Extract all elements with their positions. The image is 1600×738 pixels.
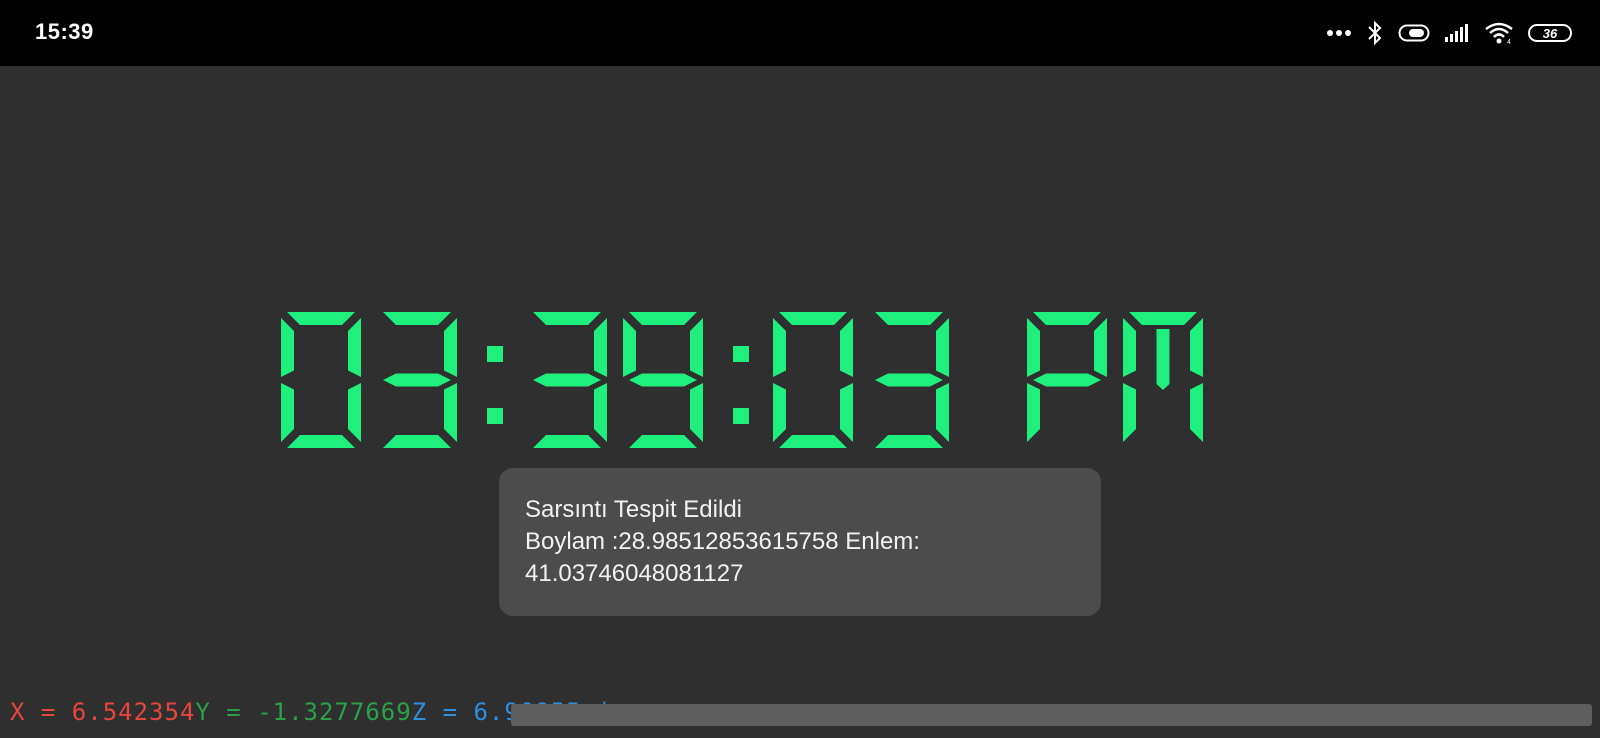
status-time: 15:39 (35, 19, 94, 44)
status-bar: 15:39 4 36 (0, 0, 1600, 66)
clock-segment-c (840, 383, 853, 442)
clock-segment-b (1190, 318, 1203, 377)
clock-segment-f (623, 318, 636, 377)
clock-segment-f (281, 318, 294, 377)
clock-char-9 (623, 312, 703, 448)
shake-detected-toast: Sarsıntı Tespit Edildi Boylam :28.985128… (499, 468, 1101, 616)
clock-segment-c (936, 383, 949, 442)
clock-segment-f (1123, 318, 1136, 377)
more-dots-icon (1326, 29, 1352, 37)
clock-char-3 (533, 312, 607, 448)
clock-segment-b (594, 318, 607, 377)
sensor-y-value: Y = -1.3277669 (195, 698, 412, 726)
clock-segment-g (383, 373, 451, 387)
digital-clock (281, 312, 1203, 448)
clock-segment-a (875, 312, 943, 325)
clock-char-0 (281, 312, 361, 448)
toast-coordinates-line: Boylam :28.98512853615758 Enlem: (525, 528, 920, 555)
svg-text:4: 4 (1507, 39, 1511, 45)
clock-segment-d (875, 435, 943, 448)
clock-segment-b (936, 318, 949, 377)
clock-segment-g (533, 373, 601, 387)
clock-segment-m (1156, 329, 1170, 390)
clock-segment-e (1123, 383, 1136, 442)
bottom-progress-bar (511, 704, 1592, 726)
clock-segment-d (287, 435, 355, 448)
clock-segment-c (690, 383, 703, 442)
clock-segment-g (1033, 373, 1101, 387)
clock-colon-dot-bottom (733, 408, 749, 424)
clock-segment-f (1027, 318, 1040, 377)
signal-icon (1444, 23, 1470, 43)
clock-segment-d (383, 435, 451, 448)
sensor-x-value: X = 6.542354 (10, 698, 196, 726)
clock-char-0 (773, 312, 853, 448)
clock-colon-dot-top (487, 346, 503, 362)
clock-colon-dot-top (733, 346, 749, 362)
battery-icon: 36 (1528, 24, 1572, 42)
clock-segment-d (779, 435, 847, 448)
clock-segment-c (594, 383, 607, 442)
clock-segment-a (383, 312, 451, 325)
clock-segment-b (840, 318, 853, 377)
clock-segment-g (875, 373, 943, 387)
clock-segment-a (629, 312, 697, 325)
toggle-icon (1398, 23, 1430, 43)
clock-char-3 (383, 312, 457, 448)
clock-segment-b (444, 318, 457, 377)
clock-segment-e (1027, 383, 1040, 442)
toast-title: Sarsıntı Tespit Edildi (525, 496, 742, 523)
bluetooth-icon (1366, 20, 1384, 46)
clock-colon-dot-bottom (487, 408, 503, 424)
clock-segment-f (773, 318, 786, 377)
clock-segment-c (1190, 383, 1203, 442)
status-icons: 4 36 (1326, 18, 1572, 48)
clock-segment-a (1129, 312, 1197, 325)
clock-char-M (1123, 312, 1203, 442)
clock-segment-b (1094, 318, 1107, 377)
clock-segment-c (444, 383, 457, 442)
clock-char-3 (875, 312, 949, 448)
app-area: Sarsıntı Tespit Edildi Boylam :28.985128… (0, 66, 1600, 738)
toast-latitude-line: 41.03746048081127 (525, 560, 744, 587)
clock-segment-d (533, 435, 601, 448)
clock-segment-g (629, 373, 697, 387)
clock-segment-b (690, 318, 703, 377)
clock-segment-a (533, 312, 601, 325)
clock-segment-e (773, 383, 786, 442)
clock-segment-c (348, 383, 361, 442)
clock-segment-a (287, 312, 355, 325)
clock-segment-e (281, 383, 294, 442)
clock-segment-a (779, 312, 847, 325)
clock-segment-d (629, 435, 697, 448)
clock-char-P (1027, 312, 1107, 442)
clock-segment-a (1033, 312, 1101, 325)
clock-segment-b (348, 318, 361, 377)
wifi-icon: 4 (1484, 21, 1514, 45)
